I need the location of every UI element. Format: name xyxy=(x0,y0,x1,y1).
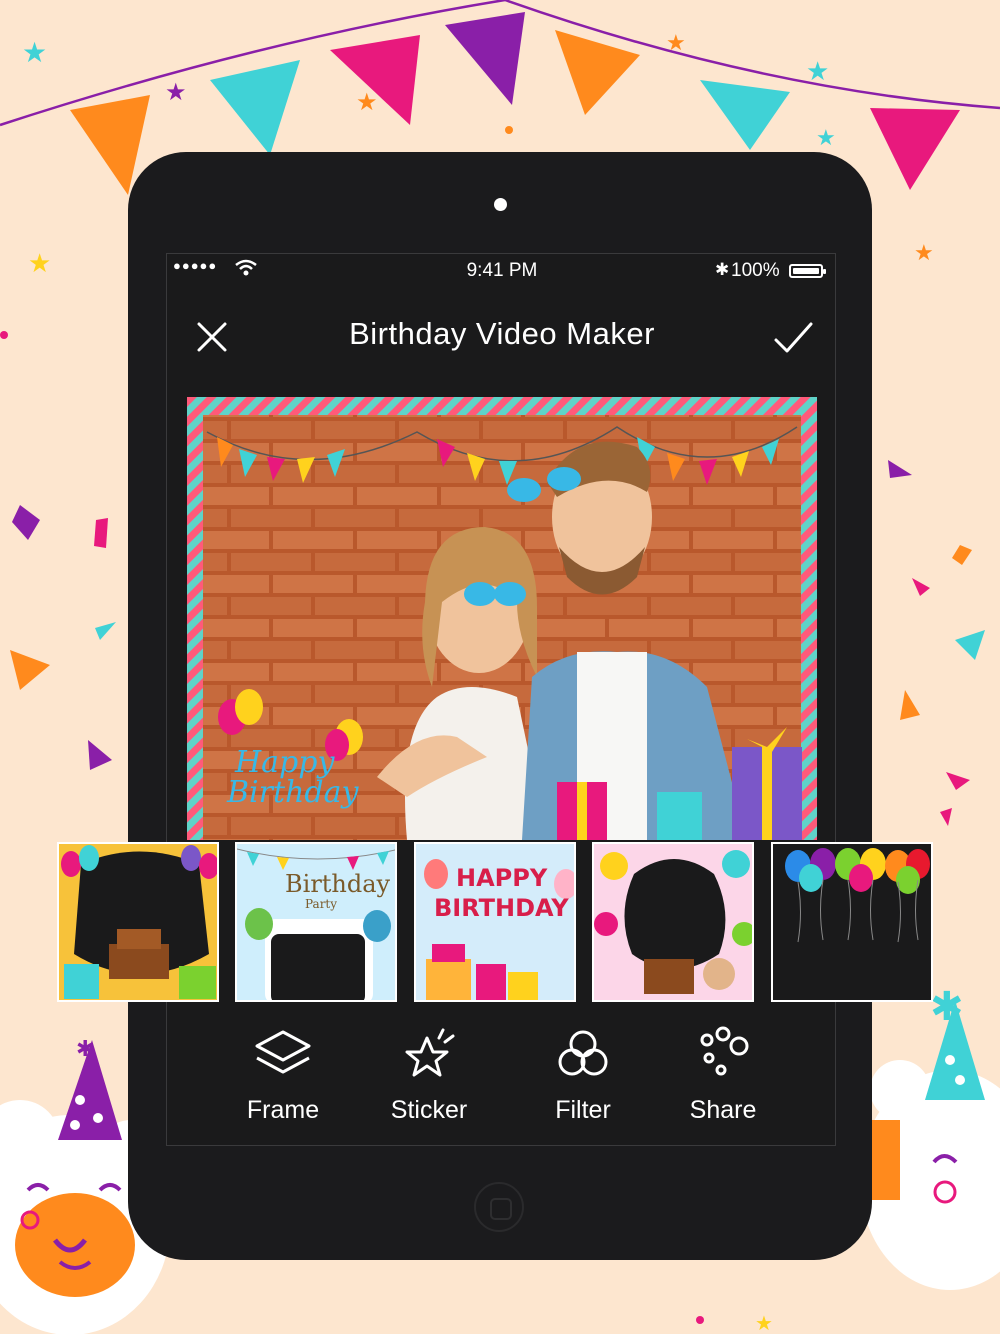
share-dots-icon xyxy=(700,1026,749,1076)
thumbnail-text-happy: HAPPY xyxy=(456,864,548,892)
frame-text-birthday: Birthday xyxy=(226,775,359,810)
status-bar: ●●●●● 9:41 PM ✱ 100% xyxy=(167,254,837,290)
layers-icon xyxy=(255,1030,311,1074)
frame-thumbnail-strip: Birthday Party HAPPY BIRTHDAY xyxy=(57,842,933,1005)
frame-tool-label: Frame xyxy=(246,1096,320,1124)
sticker-star-icon xyxy=(405,1028,455,1077)
checkmark-icon[interactable] xyxy=(771,316,815,360)
sticker-tool-button[interactable]: Sticker xyxy=(364,1024,494,1134)
balloons-frame-art xyxy=(773,844,931,1000)
home-button xyxy=(474,1182,524,1232)
filter-tool-label: Filter xyxy=(555,1096,611,1124)
thumbnail-text-party: Party xyxy=(305,897,337,911)
svg-text:✱: ✱ xyxy=(930,985,964,1029)
filter-icon xyxy=(558,1030,608,1076)
thumbnail-text-birthday: Birthday xyxy=(285,870,391,898)
frame-thumbnail-balloons[interactable] xyxy=(771,842,933,1002)
app-screen: ●●●●● 9:41 PM ✱ 100% Birthday Video Make… xyxy=(57,253,933,1146)
page-title: Birthday Video Maker xyxy=(349,316,655,351)
filter-tool-button[interactable]: Filter xyxy=(518,1024,648,1134)
svg-text:★: ★ xyxy=(666,30,686,55)
bottom-toolbar: Frame Sticker Filter Share xyxy=(167,1024,837,1134)
share-tool-label: Share xyxy=(689,1096,757,1124)
svg-text:★: ★ xyxy=(755,1313,773,1334)
photo-with-frame: Happy Birthday xyxy=(187,397,817,840)
svg-text:★: ★ xyxy=(356,89,378,116)
title-bar: Birthday Video Maker xyxy=(167,306,837,366)
svg-text:★: ★ xyxy=(165,79,187,106)
svg-text:★: ★ xyxy=(28,248,51,278)
frame-tool-button[interactable]: Frame xyxy=(218,1024,348,1134)
photo-editor-canvas[interactable]: Happy Birthday xyxy=(187,397,817,840)
happy-birthday-frame-art: HAPPY BIRTHDAY xyxy=(416,844,574,1000)
thumbnail-text-birthday-2: BIRTHDAY xyxy=(434,894,569,922)
svg-text:★: ★ xyxy=(914,240,934,265)
bluetooth-icon: ✱ xyxy=(715,260,730,279)
candy-cake-frame-art xyxy=(594,844,752,1000)
svg-text:★: ★ xyxy=(816,125,836,150)
frame-thumbnail-cake-balloons[interactable] xyxy=(57,842,219,1002)
svg-text:★: ★ xyxy=(22,37,47,68)
cake-balloons-frame-art xyxy=(59,844,217,1000)
share-tool-button[interactable]: Share xyxy=(658,1024,788,1134)
frame-thumbnail-happy-birthday[interactable]: HAPPY BIRTHDAY xyxy=(414,842,576,1002)
sticker-tool-label: Sticker xyxy=(390,1096,468,1124)
front-camera xyxy=(494,198,507,211)
svg-text:✱: ✱ xyxy=(76,1036,94,1061)
birthday-party-frame-art: Birthday Party xyxy=(237,844,395,1000)
frame-thumbnail-birthday-party[interactable]: Birthday Party xyxy=(235,842,397,1002)
frame-thumbnail-candy-cake[interactable] xyxy=(592,842,754,1002)
battery-percent: 100% xyxy=(731,260,780,281)
svg-text:★: ★ xyxy=(806,56,829,86)
battery-icon xyxy=(789,264,826,278)
